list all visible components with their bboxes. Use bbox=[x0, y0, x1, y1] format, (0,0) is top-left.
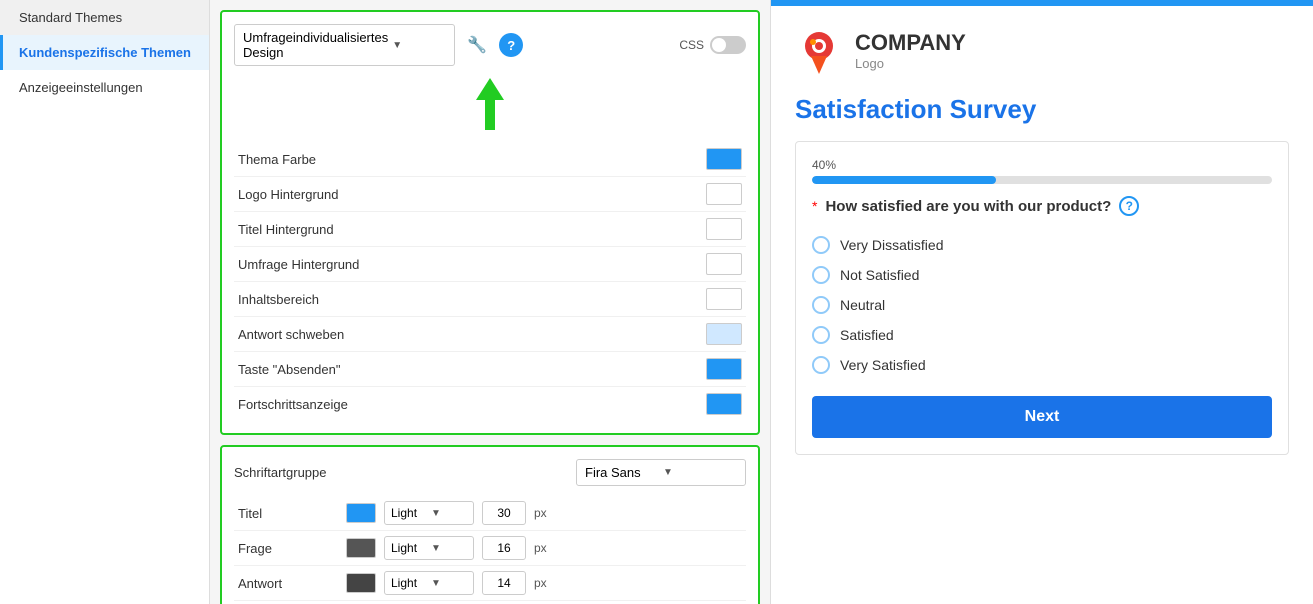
css-toggle: CSS bbox=[679, 36, 746, 54]
radio-button-2[interactable] bbox=[812, 296, 830, 314]
preview-panel: COMPANY Logo Satisfaction Survey 40% * H… bbox=[770, 0, 1313, 604]
progress-bar-container: 40% bbox=[812, 158, 1272, 184]
color-swatch-titel[interactable] bbox=[706, 218, 742, 240]
radio-button-1[interactable] bbox=[812, 266, 830, 284]
font-row-titel: Titel Light ▼ px bbox=[234, 496, 746, 531]
green-arrow-area bbox=[234, 78, 746, 138]
font-size-input-titel[interactable] bbox=[482, 501, 526, 525]
color-swatch-fortschritt[interactable] bbox=[706, 393, 742, 415]
arrow-shaft bbox=[485, 100, 495, 130]
main-content: Umfrageindividualisiertes Design ▼ 🔧 ? C… bbox=[210, 0, 1313, 604]
radio-button-4[interactable] bbox=[812, 356, 830, 374]
font-box: Schriftartgruppe Fira Sans ▼ Titel Light… bbox=[220, 445, 760, 604]
survey-card: 40% * How satisfied are you with our pro… bbox=[795, 141, 1289, 455]
company-info: COMPANY Logo bbox=[855, 30, 966, 71]
font-dropdown-arrow-icon: ▼ bbox=[663, 467, 737, 478]
wrench-icon-button[interactable]: 🔧 bbox=[463, 31, 491, 59]
color-row-taste: Taste "Absenden" bbox=[234, 352, 746, 387]
progress-fill bbox=[812, 176, 996, 184]
color-row-logo: Logo Hintergrund bbox=[234, 177, 746, 212]
design-dropdown[interactable]: Umfrageindividualisiertes Design ▼ bbox=[234, 24, 455, 66]
font-weight-arrow-icon-frage: ▼ bbox=[431, 543, 467, 554]
radio-button-0[interactable] bbox=[812, 236, 830, 254]
sidebar-item-custom-themes[interactable]: Kundenspezifische Themen bbox=[0, 35, 209, 70]
arrow-up-icon bbox=[476, 78, 504, 100]
font-weight-dropdown-frage[interactable]: Light ▼ bbox=[384, 536, 474, 560]
company-header: COMPANY Logo bbox=[795, 26, 1289, 74]
sidebar-item-display-settings[interactable]: Anzeigeeinstellungen bbox=[0, 70, 209, 105]
css-toggle-switch[interactable] bbox=[710, 36, 746, 54]
help-icon-button[interactable]: ? bbox=[499, 33, 523, 57]
color-row-inhalt: Inhaltsbereich bbox=[234, 282, 746, 317]
font-size-input-antwort[interactable] bbox=[482, 571, 526, 595]
font-group-row: Schriftartgruppe Fira Sans ▼ bbox=[234, 459, 746, 486]
design-box: Umfrageindividualisiertes Design ▼ 🔧 ? C… bbox=[220, 10, 760, 435]
design-header: Umfrageindividualisiertes Design ▼ 🔧 ? C… bbox=[234, 24, 746, 66]
left-panel: Umfrageindividualisiertes Design ▼ 🔧 ? C… bbox=[210, 0, 770, 604]
progress-track bbox=[812, 176, 1272, 184]
font-color-swatch-titel[interactable] bbox=[346, 503, 376, 523]
question-help-icon[interactable]: ? bbox=[1119, 196, 1139, 216]
color-rows: Thema Farbe Logo Hintergrund Titel Hinte… bbox=[234, 142, 746, 421]
color-swatch-logo[interactable] bbox=[706, 183, 742, 205]
font-row-antwort: Antwort Light ▼ px bbox=[234, 566, 746, 601]
next-button[interactable]: Next bbox=[812, 396, 1272, 438]
color-row-antwort: Antwort schweben bbox=[234, 317, 746, 352]
green-arrow bbox=[476, 78, 504, 138]
preview-content: COMPANY Logo Satisfaction Survey 40% * H… bbox=[771, 6, 1313, 475]
font-weight-dropdown-antwort[interactable]: Light ▼ bbox=[384, 571, 474, 595]
font-color-swatch-antwort[interactable] bbox=[346, 573, 376, 593]
font-row-frage: Frage Light ▼ px bbox=[234, 531, 746, 566]
color-row-fortschritt: Fortschrittsanzeige bbox=[234, 387, 746, 421]
color-row-titel: Titel Hintergrund bbox=[234, 212, 746, 247]
color-swatch-umfrage[interactable] bbox=[706, 253, 742, 275]
color-swatch-antwort[interactable] bbox=[706, 323, 742, 345]
option-row-2: Neutral bbox=[812, 290, 1272, 320]
font-weight-dropdown-titel[interactable]: Light ▼ bbox=[384, 501, 474, 525]
color-swatch-inhalt[interactable] bbox=[706, 288, 742, 310]
company-logo-icon bbox=[795, 26, 843, 74]
question-row: * How satisfied are you with our product… bbox=[812, 196, 1272, 216]
font-size-input-frage[interactable] bbox=[482, 536, 526, 560]
options-list: Very Dissatisfied Not Satisfied Neutral … bbox=[812, 230, 1272, 380]
font-color-swatch-frage[interactable] bbox=[346, 538, 376, 558]
option-row-1: Not Satisfied bbox=[812, 260, 1272, 290]
color-row-umfrage: Umfrage Hintergrund bbox=[234, 247, 746, 282]
option-row-4: Very Satisfied bbox=[812, 350, 1272, 380]
dropdown-arrow-icon: ▼ bbox=[392, 40, 446, 51]
font-weight-arrow-icon-titel: ▼ bbox=[431, 508, 467, 519]
font-family-dropdown[interactable]: Fira Sans ▼ bbox=[576, 459, 746, 486]
survey-title: Satisfaction Survey bbox=[795, 94, 1289, 125]
sidebar: Standard Themes Kundenspezifische Themen… bbox=[0, 0, 210, 604]
sidebar-item-standard-themes[interactable]: Standard Themes bbox=[0, 0, 209, 35]
option-row-0: Very Dissatisfied bbox=[812, 230, 1272, 260]
option-row-3: Satisfied bbox=[812, 320, 1272, 350]
color-swatch-thema[interactable] bbox=[706, 148, 742, 170]
color-swatch-taste[interactable] bbox=[706, 358, 742, 380]
radio-button-3[interactable] bbox=[812, 326, 830, 344]
font-weight-arrow-icon-antwort: ▼ bbox=[431, 578, 467, 589]
color-row-thema: Thema Farbe bbox=[234, 142, 746, 177]
